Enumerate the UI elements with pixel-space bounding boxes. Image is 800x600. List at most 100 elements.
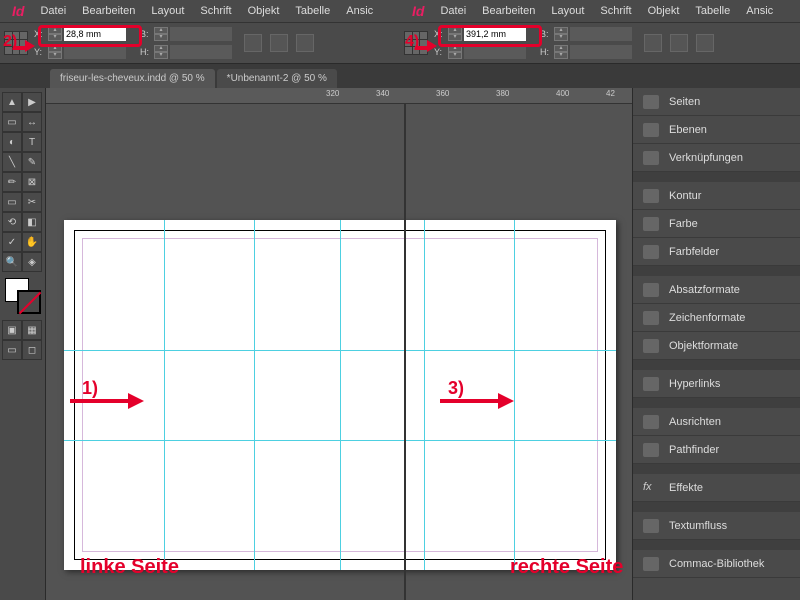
eyedropper-tool[interactable]: ✓ <box>2 232 22 252</box>
column-guide[interactable] <box>514 220 515 570</box>
w-input[interactable] <box>570 27 632 41</box>
menu-schrift[interactable]: Schrift <box>592 5 639 17</box>
gap-tool[interactable]: ↔ <box>22 112 42 132</box>
panel-zeichenformate[interactable]: Zeichenformate <box>633 304 800 332</box>
panel-label: Ausrichten <box>669 416 721 428</box>
rectangle-tool[interactable]: ▭ <box>2 192 22 212</box>
reference-point-icon[interactable] <box>404 31 428 55</box>
menu-objekt[interactable]: Objekt <box>640 5 688 17</box>
column-guide[interactable] <box>164 220 165 570</box>
panel-farbfelder[interactable]: Farbfelder <box>633 238 800 266</box>
document-view[interactable] <box>46 104 632 600</box>
constrain-icon[interactable] <box>644 34 662 52</box>
menu-schrift[interactable]: Schrift <box>192 5 239 17</box>
gradient-tool[interactable]: ◧ <box>22 212 42 232</box>
ruler-tick: 320 <box>326 89 339 98</box>
panel-label: Kontur <box>669 190 701 202</box>
distribute-icon[interactable] <box>296 34 314 52</box>
ruler-tick: 340 <box>376 89 389 98</box>
library-icon <box>643 557 659 571</box>
w-label: B: <box>540 29 552 39</box>
menu-ansicht[interactable]: Ansic <box>338 5 381 17</box>
frame-tool[interactable]: ⊠ <box>22 172 42 192</box>
panel-ausrichten[interactable]: Ausrichten <box>633 408 800 436</box>
y-spinner[interactable]: ▴▾ <box>448 45 462 59</box>
menu-bearbeiten[interactable]: Bearbeiten <box>474 5 543 17</box>
column-guide[interactable] <box>424 220 425 570</box>
menu-datei[interactable]: Datei <box>432 5 474 17</box>
direct-selection-tool[interactable]: ▶ <box>22 92 42 112</box>
row-guide[interactable] <box>64 440 616 441</box>
tab-unbenannt[interactable]: *Unbenannt-2 @ 50 % <box>217 69 337 88</box>
x-input[interactable] <box>464 27 526 41</box>
page-tool[interactable]: ▭ <box>2 112 22 132</box>
x-spinner[interactable]: ▴▾ <box>448 27 462 41</box>
zoom-tool[interactable]: 🔍 <box>2 252 22 272</box>
row-guide[interactable] <box>64 350 616 351</box>
panel-objektformate[interactable]: Objektformate <box>633 332 800 360</box>
menu-datei[interactable]: Datei <box>32 5 74 17</box>
w-spinner[interactable]: ▴▾ <box>154 27 168 41</box>
selection-tool[interactable]: ▲ <box>2 92 22 112</box>
h-input[interactable] <box>570 45 632 59</box>
panel-hyperlinks[interactable]: Hyperlinks <box>633 370 800 398</box>
panel-verknuepfungen[interactable]: Verknüpfungen <box>633 144 800 172</box>
menu-layout[interactable]: Layout <box>543 5 592 17</box>
align-icon[interactable] <box>270 34 288 52</box>
tab-friseur[interactable]: friseur-les-cheveux.indd @ 50 % <box>50 69 215 88</box>
menu-bearbeiten[interactable]: Bearbeiten <box>74 5 143 17</box>
content-tool[interactable]: ◐ <box>2 132 22 152</box>
h-spinner[interactable]: ▴▾ <box>154 45 168 59</box>
scissors-tool[interactable]: ✂ <box>22 192 42 212</box>
type-tool[interactable]: T <box>22 132 42 152</box>
menu-objekt[interactable]: Objekt <box>240 5 288 17</box>
y-input[interactable] <box>464 45 526 59</box>
color-icon <box>643 217 659 231</box>
links-icon <box>643 151 659 165</box>
panel-absatzformate[interactable]: Absatzformate <box>633 276 800 304</box>
panel-pathfinder[interactable]: Pathfinder <box>633 436 800 464</box>
y-label: Y: <box>434 47 446 57</box>
preview-tool[interactable]: ▭ <box>2 340 22 360</box>
pen-tool[interactable]: ✎ <box>22 152 42 172</box>
h-spinner[interactable]: ▴▾ <box>554 45 568 59</box>
color-mode-tool[interactable]: ▣ <box>2 320 22 340</box>
transform-tool[interactable]: ⟲ <box>2 212 22 232</box>
distribute-icon[interactable] <box>696 34 714 52</box>
menu-tabelle[interactable]: Tabelle <box>687 5 738 17</box>
panel-farbe[interactable]: Farbe <box>633 210 800 238</box>
view-mode-tool[interactable]: ▦ <box>22 320 42 340</box>
y-spinner[interactable]: ▴▾ <box>48 45 62 59</box>
note-tool[interactable]: ◈ <box>22 252 42 272</box>
panel-textumfluss[interactable]: Textumfluss <box>633 512 800 540</box>
constrain-icon[interactable] <box>244 34 262 52</box>
w-input[interactable] <box>170 27 232 41</box>
align-icon[interactable] <box>670 34 688 52</box>
w-spinner[interactable]: ▴▾ <box>554 27 568 41</box>
panel-effekte[interactable]: fxEffekte <box>633 474 800 502</box>
menu-ansicht[interactable]: Ansic <box>738 5 781 17</box>
textwrap-icon <box>643 519 659 533</box>
x-spinner[interactable]: ▴▾ <box>48 27 62 41</box>
panel-seiten[interactable]: Seiten <box>633 88 800 116</box>
fill-stroke-swatch[interactable] <box>5 278 41 314</box>
panel-kontur[interactable]: Kontur <box>633 182 800 210</box>
h-label: H: <box>140 47 152 57</box>
panel-bibliothek[interactable]: Commac-Bibliothek <box>633 550 800 578</box>
column-guide[interactable] <box>254 220 255 570</box>
pencil-tool[interactable]: ✏ <box>2 172 22 192</box>
hand-tool[interactable]: ✋ <box>22 232 42 252</box>
canvas-area[interactable]: 320 340 360 380 400 42 <box>46 88 632 600</box>
y-input[interactable] <box>64 45 126 59</box>
screen-tool[interactable]: ◻ <box>22 340 42 360</box>
reference-point-icon[interactable] <box>4 31 28 55</box>
x-input[interactable] <box>64 27 126 41</box>
menu-tabelle[interactable]: Tabelle <box>287 5 338 17</box>
h-input[interactable] <box>170 45 232 59</box>
line-tool[interactable]: ╲ <box>2 152 22 172</box>
panel-ebenen[interactable]: Ebenen <box>633 116 800 144</box>
left-instance: Id Datei Bearbeiten Layout Schrift Objek… <box>0 0 400 64</box>
menu-layout[interactable]: Layout <box>143 5 192 17</box>
pages-icon <box>643 95 659 109</box>
right-instance: Id Datei Bearbeiten Layout Schrift Objek… <box>400 0 800 64</box>
